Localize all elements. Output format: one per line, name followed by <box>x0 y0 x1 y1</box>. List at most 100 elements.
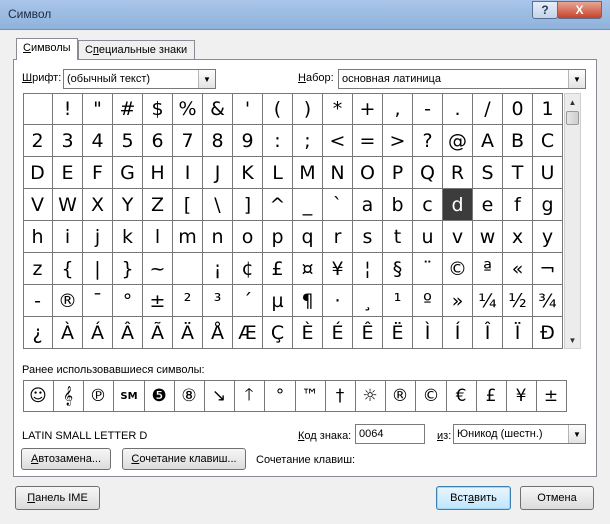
symbol-cell[interactable]: Æ <box>233 317 263 349</box>
symbol-cell[interactable]: z <box>23 253 53 285</box>
symbol-cell[interactable]: x <box>503 221 533 253</box>
symbol-cell[interactable]: Â <box>113 317 143 349</box>
symbol-cell[interactable]: Á <box>83 317 113 349</box>
code-input[interactable]: 0064 <box>355 424 425 444</box>
symbol-cell[interactable]: · <box>323 285 353 317</box>
symbol-cell[interactable]: ¥ <box>323 253 353 285</box>
symbol-cell[interactable]: k <box>113 221 143 253</box>
symbol-cell[interactable]: ¬ <box>533 253 563 285</box>
symbol-cell[interactable]: @ <box>443 125 473 157</box>
recent-symbol-cell[interactable]: ⑧ <box>174 381 205 412</box>
symbol-cell[interactable]: 9 <box>233 125 263 157</box>
symbol-cell[interactable]: f <box>503 189 533 221</box>
symbol-cell[interactable]: / <box>473 93 503 125</box>
symbol-cell[interactable]: t <box>383 221 413 253</box>
symbol-cell[interactable]: % <box>173 93 203 125</box>
symbol-cell[interactable]: ^ <box>263 189 293 221</box>
symbol-cell[interactable]: - <box>23 285 53 317</box>
symbol-cell[interactable]: Ã <box>143 317 173 349</box>
symbol-cell[interactable]: N <box>323 157 353 189</box>
symbol-cell[interactable]: ¨ <box>413 253 443 285</box>
symbol-cell[interactable]: E <box>53 157 83 189</box>
symbol-cell[interactable]: < <box>323 125 353 157</box>
symbol-cell[interactable]: T <box>503 157 533 189</box>
symbol-cell[interactable]: ¯ <box>83 285 113 317</box>
symbol-cell[interactable]: 7 <box>173 125 203 157</box>
symbol-cell[interactable]: ¤ <box>293 253 323 285</box>
recent-symbol-cell[interactable]: ☼ <box>355 381 386 412</box>
symbol-cell[interactable]: W <box>53 189 83 221</box>
symbol-cell[interactable]: O <box>353 157 383 189</box>
symbol-cell[interactable]: w <box>473 221 503 253</box>
recent-symbol-cell[interactable]: £ <box>476 381 507 412</box>
symbol-cell[interactable]: S <box>473 157 503 189</box>
recent-symbol-cell[interactable]: 🡑 <box>234 381 265 412</box>
symbol-cell[interactable]: a <box>353 189 383 221</box>
recent-symbol-cell[interactable]: ® <box>385 381 416 412</box>
symbol-cell[interactable]: Y <box>113 189 143 221</box>
symbol-cell[interactable]: j <box>83 221 113 253</box>
symbol-cell[interactable]: b <box>383 189 413 221</box>
symbol-cell[interactable]: ` <box>323 189 353 221</box>
symbol-cell[interactable]: ( <box>263 93 293 125</box>
recent-symbol-cell[interactable]: ™ <box>295 381 326 412</box>
symbol-cell[interactable]: F <box>83 157 113 189</box>
symbol-cell[interactable]: _ <box>293 189 323 221</box>
symbol-cell[interactable]: A <box>473 125 503 157</box>
scroll-up-icon[interactable]: ▲ <box>565 94 580 110</box>
recent-symbol-cell[interactable]: ❺ <box>144 381 175 412</box>
symbol-cell[interactable]: ® <box>53 285 83 317</box>
symbol-cell[interactable]: ± <box>143 285 173 317</box>
symbol-cell[interactable]: p <box>263 221 293 253</box>
symbol-cell[interactable]: ³ <box>203 285 233 317</box>
symbol-cell[interactable]: ¹ <box>383 285 413 317</box>
font-select[interactable]: (обычный текст) ▼ <box>63 69 216 89</box>
symbol-cell[interactable]: \ <box>203 189 233 221</box>
symbol-cell[interactable]: 4 <box>83 125 113 157</box>
symbol-cell[interactable]: 6 <box>143 125 173 157</box>
symbol-cell[interactable]: ¦ <box>353 253 383 285</box>
symbol-cell[interactable]: h <box>23 221 53 253</box>
symbol-cell[interactable]: C <box>533 125 563 157</box>
symbol-cell[interactable]: º <box>413 285 443 317</box>
insert-button[interactable]: Вст а вить <box>436 486 511 510</box>
symbol-cell[interactable]: Í <box>443 317 473 349</box>
symbol-cell[interactable]: , <box>383 93 413 125</box>
symbol-cell[interactable]: ¿ <box>23 317 53 349</box>
symbol-cell[interactable]: : <box>263 125 293 157</box>
symbol-cell[interactable]: { <box>53 253 83 285</box>
symbol-cell[interactable]: i <box>53 221 83 253</box>
symbol-cell[interactable]: µ <box>263 285 293 317</box>
symbol-cell[interactable]: ¢ <box>233 253 263 285</box>
symbol-cell[interactable]: ¾ <box>533 285 563 317</box>
symbol-cell[interactable]: ] <box>233 189 263 221</box>
symbol-cell[interactable]: c <box>413 189 443 221</box>
symbol-cell[interactable]: G <box>113 157 143 189</box>
recent-symbol-cell[interactable]: ± <box>536 381 567 412</box>
symbol-cell[interactable] <box>173 253 203 285</box>
symbol-cell[interactable]: U <box>533 157 563 189</box>
recent-symbol-cell[interactable]: ¥ <box>506 381 537 412</box>
symbol-cell[interactable]: - <box>413 93 443 125</box>
tab-special-characters[interactable]: Специальные знаки <box>78 40 195 60</box>
symbol-cell[interactable]: 2 <box>23 125 53 157</box>
symbol-cell[interactable]: > <box>383 125 413 157</box>
symbol-cell[interactable] <box>23 93 53 125</box>
symbol-cell[interactable]: . <box>443 93 473 125</box>
grid-scrollbar[interactable]: ▲ ▼ <box>564 93 581 349</box>
symbol-cell[interactable]: È <box>293 317 323 349</box>
symbol-cell[interactable]: Q <box>413 157 443 189</box>
encoding-select[interactable]: Юникод (шестн.) ▼ <box>453 424 586 444</box>
symbol-cell[interactable]: É <box>323 317 353 349</box>
symbol-cell[interactable]: $ <box>143 93 173 125</box>
symbol-cell[interactable]: P <box>383 157 413 189</box>
symbol-cell[interactable]: ¡ <box>203 253 233 285</box>
symbol-cell[interactable]: V <box>23 189 53 221</box>
symbol-cell[interactable]: d <box>443 189 473 221</box>
symbol-cell[interactable]: À <box>53 317 83 349</box>
symbol-cell[interactable]: ´ <box>233 285 263 317</box>
symbol-cell[interactable]: ) <box>293 93 323 125</box>
symbol-cell[interactable]: Ì <box>413 317 443 349</box>
symbol-cell[interactable]: 3 <box>53 125 83 157</box>
symbol-cell[interactable]: + <box>353 93 383 125</box>
